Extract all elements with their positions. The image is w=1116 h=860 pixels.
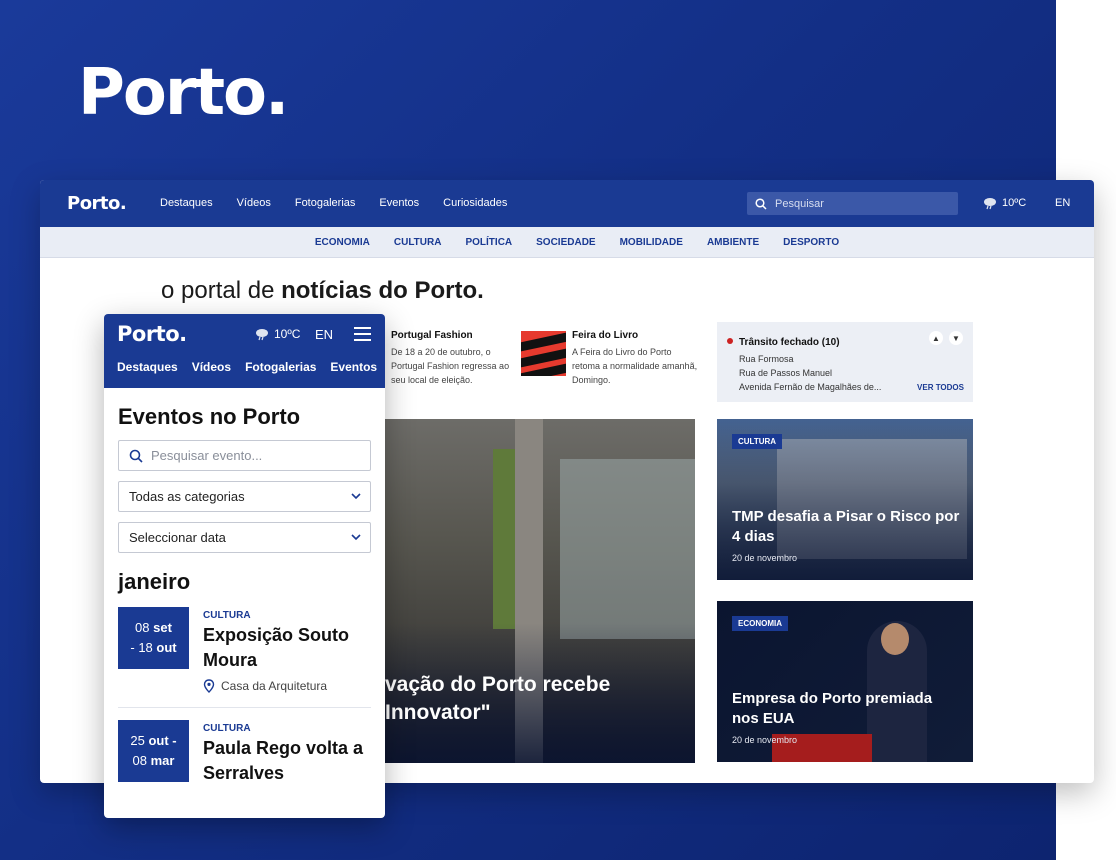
event-category: CULTURA (203, 723, 251, 734)
category-cultura[interactable]: CULTURA (394, 237, 442, 248)
mobile-menu: Destaques Vídeos Fotogalerias Eventos (117, 360, 377, 374)
event-date-badge: 25 out - 08 mar (118, 720, 189, 782)
event-item[interactable]: 25 out - 08 mar CULTURA Paula Rego volta… (118, 720, 371, 786)
news-title: Portugal Fashion (391, 330, 473, 341)
event-title: Paula Rego volta a Serralves (203, 738, 364, 783)
location-pin-icon (203, 679, 215, 693)
desktop-temperature: 10ºC (1002, 197, 1027, 209)
mobile-nav-fotogalerias[interactable]: Fotogalerias (245, 360, 316, 374)
desktop-weather: 10ºC (982, 196, 1026, 210)
category-badge: CULTURA (732, 434, 783, 449)
news-item-portugal-fashion[interactable]: Portugal Fashion De 18 a 20 de outubro, … (391, 330, 521, 387)
mobile-navbar: Porto. 10ºC EN Destaques Vídeos Fotogale… (104, 314, 385, 388)
category-select[interactable]: Todas as categorias (118, 481, 371, 512)
search-icon (755, 197, 767, 210)
card-date: 20 de novembro (732, 735, 798, 745)
ver-todos-link[interactable]: VER TODOS (917, 383, 964, 392)
nav-eventos[interactable]: Eventos (379, 197, 419, 209)
search-icon (129, 449, 143, 463)
alert-dot-icon (727, 337, 733, 344)
news-desc: De 18 a 20 de outubro, o Portugal Fashio… (391, 347, 510, 385)
mobile-nav-eventos[interactable]: Eventos (330, 360, 377, 374)
mobile-body: Eventos no Porto Todas as categorias Sel… (104, 388, 385, 800)
stage: Porto. Porto. Destaques Vídeos Fotogaler… (0, 0, 1116, 860)
event-info: CULTURA Exposição Souto Moura Casa da Ar… (203, 607, 371, 693)
nav-curiosidades[interactable]: Curiosidades (443, 197, 507, 209)
desktop-logo[interactable]: Porto. (67, 193, 127, 214)
mobile-lang-switch[interactable]: EN (315, 327, 333, 342)
news-title: Feira do Livro (572, 330, 639, 341)
card-date: 20 de novembro (732, 553, 798, 563)
category-badge: ECONOMIA (732, 616, 788, 631)
chevron-up-icon[interactable]: ▲ (929, 331, 943, 345)
category-ambiente[interactable]: AMBIENTE (707, 237, 759, 248)
tagline-normal: o portal de (161, 277, 282, 304)
date-select-value: Seleccionar data (129, 530, 226, 545)
chevron-down-icon (351, 534, 361, 541)
desktop-lang-switch[interactable]: EN (1055, 197, 1070, 209)
page-tagline: o portal de notícias do Porto. (161, 277, 484, 305)
mobile-nav-destaques[interactable]: Destaques (117, 360, 178, 374)
card-title: TMP desafia a Pisar o Risco por 4 dias (732, 508, 960, 545)
traffic-title: Trânsito fechado (10) (739, 337, 840, 348)
chevron-down-icon[interactable]: ▼ (949, 331, 963, 345)
traffic-arrows: ▲ ▼ (929, 331, 963, 345)
event-title: Exposição Souto Moura (203, 625, 350, 670)
event-location: Casa da Arquitetura (203, 679, 371, 693)
hero-title: vação do Porto recebe Innovator" (385, 673, 611, 724)
chevron-down-icon (351, 493, 361, 500)
traffic-item: Rua Formosa (739, 354, 794, 364)
mobile-temperature: 10ºC (274, 327, 301, 341)
nav-videos[interactable]: Vídeos (237, 197, 271, 209)
category-desporto[interactable]: DESPORTO (783, 237, 839, 248)
event-item[interactable]: 08 set - 18 out CULTURA Exposição Souto … (118, 607, 371, 693)
nav-fotogalerias[interactable]: Fotogalerias (295, 197, 356, 209)
cloud-rain-icon (984, 198, 996, 210)
category-politica[interactable]: POLÍTICA (465, 237, 512, 248)
desktop-search-input[interactable] (775, 197, 945, 210)
month-heading: janeiro (118, 569, 191, 594)
article-card-tmp[interactable]: CULTURA TMP desafia a Pisar o Risco por … (717, 419, 973, 580)
hamburger-menu-icon[interactable] (354, 327, 371, 341)
event-category: CULTURA (203, 610, 251, 621)
desktop-search-box[interactable] (747, 192, 958, 215)
mobile-window: Porto. 10ºC EN Destaques Vídeos Fotogale… (104, 314, 385, 818)
mobile-weather: 10ºC (254, 327, 300, 341)
traffic-widget: Trânsito fechado (10) ▲ ▼ Rua Formosa Ru… (717, 322, 973, 402)
mobile-logo[interactable]: Porto. (117, 322, 187, 346)
nav-destaques[interactable]: Destaques (160, 197, 213, 209)
date-select[interactable]: Seleccionar data (118, 522, 371, 553)
brand-logo: Porto. (78, 56, 289, 130)
category-mobilidade[interactable]: MOBILIDADE (620, 237, 683, 248)
article-card-empresa[interactable]: ECONOMIA Empresa do Porto premiada nos E… (717, 601, 973, 762)
news-desc: A Feira do Livro do Porto retoma a norma… (572, 347, 698, 385)
feira-livro-thumbnail[interactable] (521, 331, 566, 376)
tagline-bold: notícias do Porto. (281, 277, 484, 304)
card-title: Empresa do Porto premiada nos EUA (732, 690, 933, 727)
category-select-value: Todas as categorias (129, 489, 245, 504)
event-search-input[interactable] (151, 448, 351, 463)
category-sociedade[interactable]: SOCIEDADE (536, 237, 595, 248)
hero-article[interactable]: vação do Porto recebe Innovator" (385, 419, 695, 763)
event-date-badge: 08 set - 18 out (118, 607, 189, 669)
divider (118, 707, 371, 708)
desktop-navbar: Porto. Destaques Vídeos Fotogalerias Eve… (40, 180, 1094, 227)
news-item-feira-livro[interactable]: Feira do Livro A Feira do Livro do Porto… (572, 330, 702, 387)
event-info: CULTURA Paula Rego volta a Serralves (203, 720, 371, 786)
events-heading: Eventos no Porto (118, 404, 301, 429)
mobile-nav-videos[interactable]: Vídeos (192, 360, 231, 374)
event-search-box[interactable] (118, 440, 371, 471)
cloud-rain-icon (256, 329, 268, 341)
desktop-menu: Destaques Vídeos Fotogalerias Eventos Cu… (160, 197, 507, 209)
category-economia[interactable]: ECONOMIA (315, 237, 370, 248)
category-bar: ECONOMIA CULTURA POLÍTICA SOCIEDADE MOBI… (40, 227, 1094, 258)
traffic-item: Rua de Passos Manuel (739, 368, 833, 378)
